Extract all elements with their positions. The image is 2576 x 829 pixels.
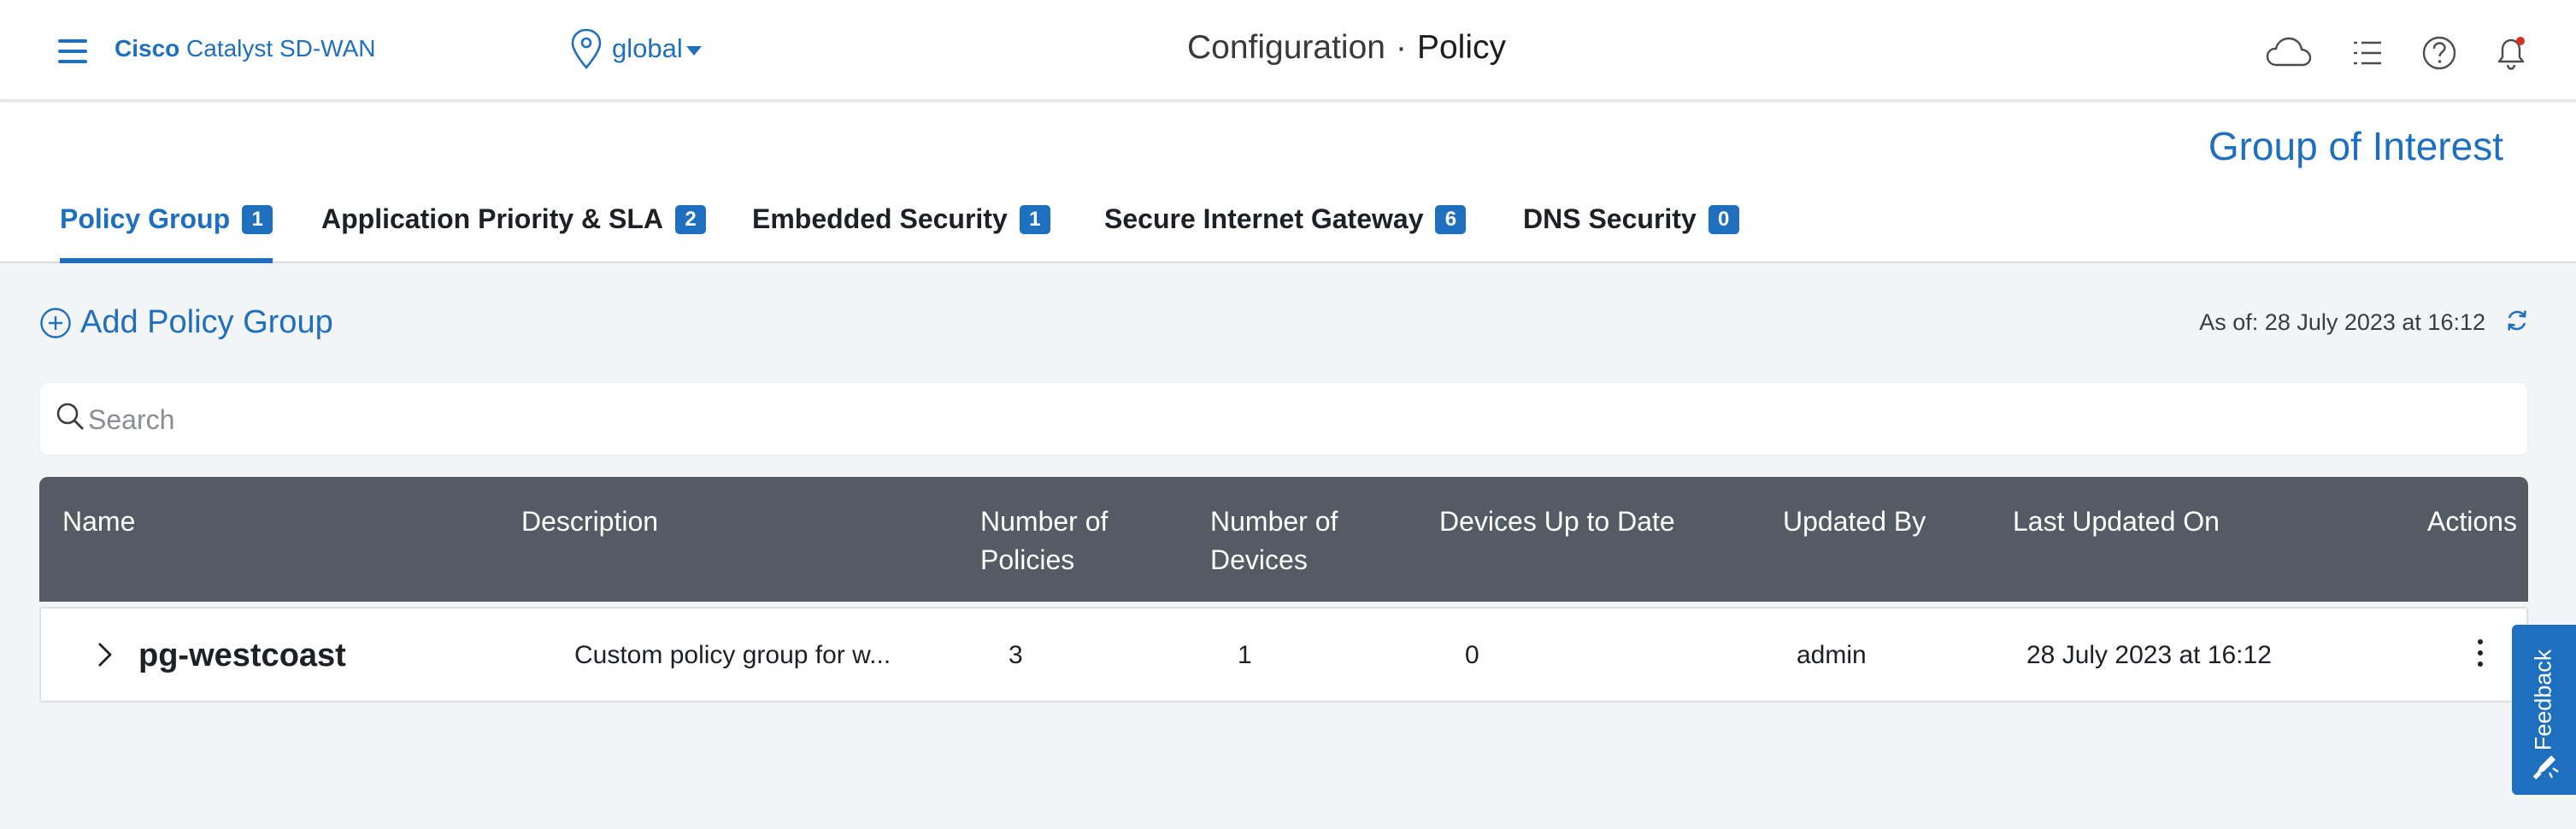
megaphone-icon: [2532, 756, 2559, 779]
menu-icon[interactable]: [58, 39, 89, 63]
location-selector[interactable]: global: [569, 27, 702, 70]
add-policy-group-button[interactable]: Add Policy Group: [39, 304, 333, 341]
tab-secure-internet-gateway[interactable]: Secure Internet Gateway 6: [1104, 203, 1467, 263]
refresh-icon[interactable]: [2502, 306, 2532, 335]
chevron-right-icon[interactable]: [89, 636, 120, 673]
tab-policy-group[interactable]: Policy Group 1: [60, 203, 273, 263]
column-header-last-updated-on[interactable]: Last Updated On: [2013, 503, 2220, 541]
tab-label: DNS Security: [1523, 203, 1697, 234]
column-header-number-of-devices[interactable]: Number of Devices: [1210, 503, 1338, 579]
tab-count-badge: 1: [1019, 205, 1050, 234]
tab-count-badge: 2: [675, 205, 707, 234]
updated-by: admin: [1797, 641, 1867, 669]
feedback-label: Feedback: [2530, 649, 2556, 751]
column-header-devices-up-to-date[interactable]: Devices Up to Date: [1439, 503, 1675, 541]
help-icon[interactable]: [2415, 31, 2463, 75]
more-actions-icon[interactable]: [2472, 639, 2489, 673]
tab-label: Embedded Security: [752, 203, 1008, 234]
column-header-line: Number of: [980, 506, 1109, 537]
top-header: Cisco Catalyst SD-WAN global Configurati…: [0, 0, 2576, 101]
number-of-devices: 1: [1238, 641, 1252, 669]
tab-label: Secure Internet Gateway: [1104, 203, 1424, 234]
policy-group-name[interactable]: pg-westcoast: [138, 638, 346, 674]
page-title-separator: ·: [1395, 29, 1407, 66]
location-pin-icon: [571, 28, 602, 69]
location-label: global: [612, 33, 683, 63]
devices-up-to-date: 0: [1465, 641, 1479, 669]
column-header-line: Devices: [1210, 544, 1308, 575]
column-header-name[interactable]: Name: [62, 503, 135, 541]
brand-bold: Cisco: [115, 35, 180, 62]
page-title-section: Configuration: [1187, 29, 1385, 66]
search-input[interactable]: [88, 393, 2481, 446]
column-header-line: Policies: [980, 544, 1075, 575]
notification-bell-icon[interactable]: [2487, 31, 2535, 75]
last-refresh-timestamp: As of: 28 July 2023 at 16:12: [2199, 309, 2485, 335]
brand-product: Catalyst SD-WAN: [179, 35, 376, 62]
table-row[interactable]: pg-westcoast Custom policy group for w..…: [39, 607, 2528, 703]
table-header: Name Description Number of Policies Numb…: [39, 477, 2528, 602]
policy-group-description: Custom policy group for w...: [574, 641, 891, 669]
page-title-page: Policy: [1416, 29, 1507, 66]
column-header-actions: Actions: [2427, 506, 2517, 537]
tab-label: Policy Group: [60, 203, 231, 234]
column-header-updated-by[interactable]: Updated By: [1783, 503, 1926, 541]
plus-circle-icon: [40, 307, 71, 338]
tabs-bar: Group of Interest Policy Group 1 Applicat…: [0, 103, 2576, 263]
feedback-button[interactable]: Feedback: [2512, 625, 2576, 795]
tab-count-badge: 6: [1435, 205, 1467, 234]
tab-count-badge: 1: [242, 205, 273, 234]
task-list-icon[interactable]: [2344, 31, 2391, 75]
tab-embedded-security[interactable]: Embedded Security 1: [752, 203, 1050, 263]
tab-label: Application Priority & SLA: [321, 203, 664, 234]
column-header-description[interactable]: Description: [521, 503, 658, 541]
tab-dns-security[interactable]: DNS Security 0: [1523, 203, 1739, 263]
number-of-policies: 3: [1009, 641, 1023, 669]
page-title: Configuration · Policy: [1187, 29, 1506, 67]
last-updated-on: 28 July 2023 at 16:12: [2026, 641, 2272, 669]
column-header-number-of-policies[interactable]: Number of Policies: [980, 503, 1108, 579]
brand-logo[interactable]: Cisco Catalyst SD-WAN: [115, 35, 375, 62]
caret-down-icon: [685, 45, 702, 56]
group-of-interest-link[interactable]: Group of Interest: [2208, 123, 2503, 169]
tab-count-badge: 0: [1708, 205, 1739, 234]
column-header-line: Number of: [1210, 506, 1338, 537]
search-icon: [56, 403, 84, 430]
tab-application-priority-sla[interactable]: Application Priority & SLA 2: [321, 203, 707, 263]
add-policy-group-label: Add Policy Group: [80, 304, 333, 340]
search-bar: [39, 382, 2528, 456]
cloud-icon[interactable]: [2265, 31, 2313, 75]
